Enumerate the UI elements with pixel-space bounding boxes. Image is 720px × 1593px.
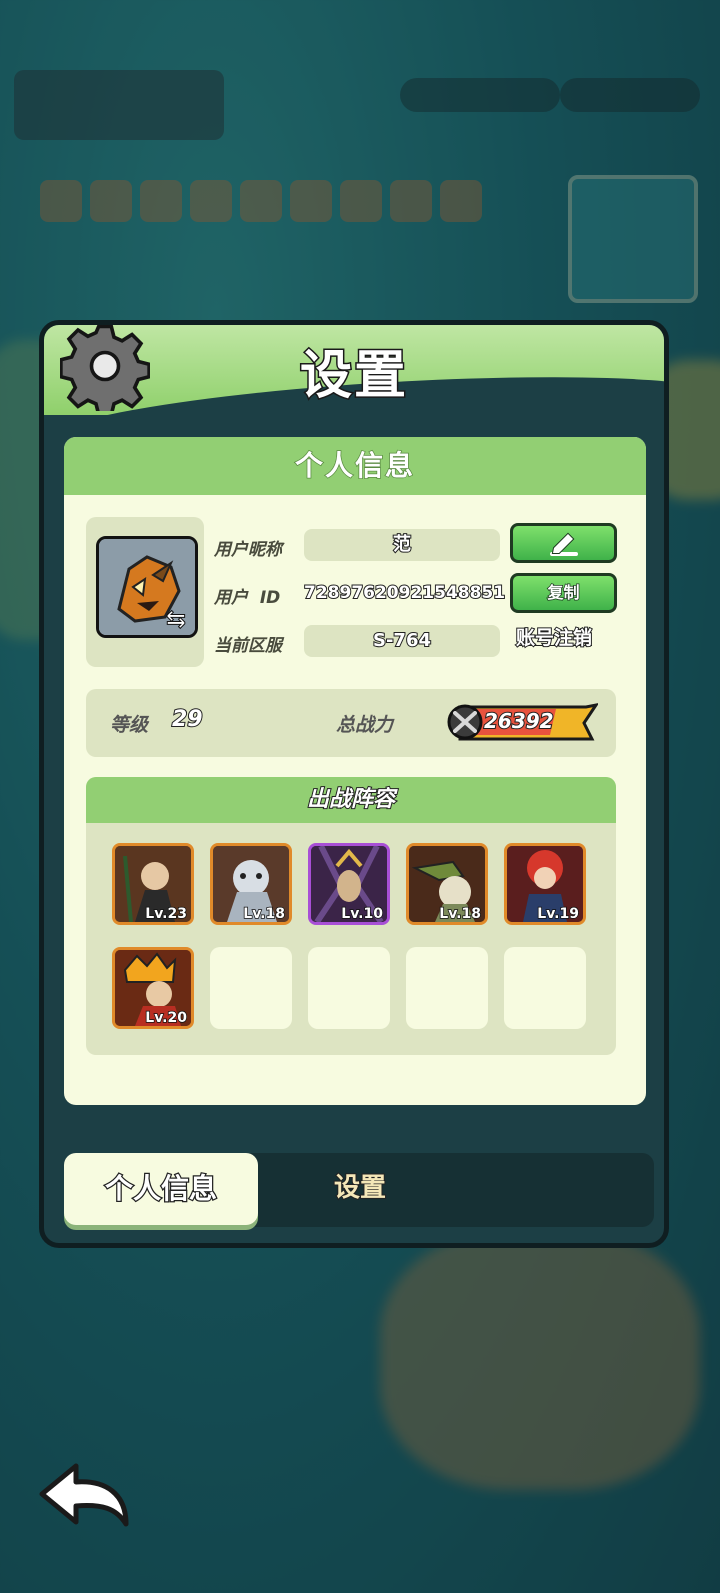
copy-id-button[interactable]: 复制 (510, 573, 617, 613)
power-label: 总战力 (336, 714, 394, 736)
edit-nickname-button[interactable] (510, 523, 617, 563)
hero-slot[interactable]: Lv.19 (504, 843, 586, 925)
tab-settings[interactable]: 设置 (333, 1167, 387, 1204)
hero-level: Lv.10 (341, 905, 384, 922)
hero-level: Lv.23 (145, 905, 188, 922)
settings-panel: 设置 个人信息 ⇆ 用户昵称 范 用户 ID 72897620921548851… (39, 320, 669, 1248)
empty-hero-slot[interactable] (504, 947, 586, 1029)
hero-slot[interactable]: Lv.18 (210, 843, 292, 925)
back-arrow-icon[interactable] (36, 1460, 132, 1532)
hero-level: Lv.18 (439, 905, 482, 922)
hero-slot[interactable]: Lv.18 (406, 843, 488, 925)
user-id-label: 用户 ID (214, 588, 281, 608)
nickname-label: 用户昵称 (214, 540, 282, 560)
user-id-field: 72897620921548851 (303, 577, 506, 609)
lineup-section: 出战阵容 Lv.23 Lv.18 Lv.10 Lv.18 Lv.19 Lv.20 (86, 777, 616, 1055)
power-value: 26392 (483, 708, 555, 734)
user-id-suffix: 1 (492, 582, 506, 604)
lineup-title: 出战阵容 (86, 777, 616, 823)
profile-card: 个人信息 ⇆ 用户昵称 范 用户 ID 72897620921548851 复制… (64, 437, 646, 1105)
hero-grid: Lv.23 Lv.18 Lv.10 Lv.18 Lv.19 Lv.20 (112, 843, 586, 1029)
hero-level: Lv.19 (537, 905, 580, 922)
level-power-row: 等级 29 总战力 26392 (86, 689, 616, 757)
hero-slot[interactable]: Lv.23 (112, 843, 194, 925)
level-label: 等级 (110, 714, 149, 736)
tab-profile[interactable]: 个人信息 (64, 1153, 258, 1225)
empty-hero-slot[interactable] (210, 947, 292, 1029)
section-title: 个人信息 (64, 437, 646, 495)
user-id-value: 7289762092154885 (303, 582, 494, 604)
cancel-account-link[interactable]: 账号注销 (515, 623, 593, 650)
tab-bar: 个人信息 设置 (64, 1153, 654, 1227)
panel-header: 设置 (44, 325, 664, 415)
hero-level: Lv.18 (243, 905, 286, 922)
swap-icon[interactable]: ⇆ (165, 605, 186, 634)
empty-hero-slot[interactable] (308, 947, 390, 1029)
server-label: 当前区服 (214, 636, 282, 656)
hero-level: Lv.20 (145, 1009, 188, 1026)
level-value: 29 (171, 706, 204, 733)
hero-slot[interactable]: Lv.10 (308, 843, 390, 925)
avatar-box[interactable]: ⇆ (86, 517, 204, 667)
edit-icon (549, 532, 578, 556)
empty-hero-slot[interactable] (406, 947, 488, 1029)
nickname-field: 范 (304, 529, 500, 561)
panel-title: 设置 (298, 345, 408, 408)
server-field: S-764 (304, 625, 500, 657)
hero-slot[interactable]: Lv.20 (112, 947, 194, 1029)
